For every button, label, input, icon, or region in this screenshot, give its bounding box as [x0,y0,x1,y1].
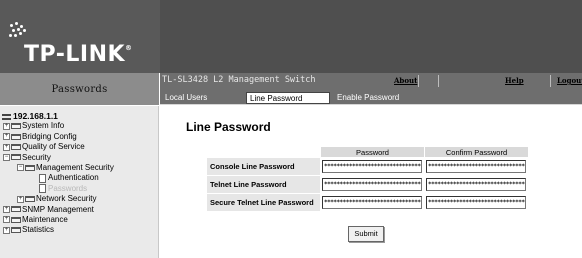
tree-item-security[interactable]: − Security [0,153,158,163]
tab-bar: Local Users Line Password Enable Passwor… [160,89,582,105]
submit-button[interactable]: Submit [348,226,384,242]
row-label-console: Console Line Password [206,157,321,176]
tree-item-authentication[interactable]: Authentication [0,173,158,183]
logo-dots-icon [8,22,32,44]
password-form-table: Password Confirm Password Console Line P… [206,146,529,212]
folder-icon [11,206,21,213]
tree-item-label: SNMP Management [22,204,94,214]
tree-item-label: Quality of Service [22,142,85,152]
tree-item-bridging-config[interactable]: + Bridging Config [0,132,158,142]
tree-item-passwords[interactable]: Passwords [0,184,158,194]
folder-open-icon [11,154,21,161]
tree-root-label: 192.168.1.1 [13,111,58,121]
expand-icon[interactable]: + [3,205,10,213]
page-icon [39,173,46,183]
row-label-telnet: Telnet Line Password [206,175,321,194]
left-panel-title: Passwords [0,73,159,105]
expand-icon[interactable]: + [3,143,10,151]
top-bar: TL-SL3428 L2 Management Switch About Hel… [160,73,582,89]
row-label-secure-telnet: Secure Telnet Line Password [206,193,321,212]
tree-item-label: Security [22,152,51,162]
tab-line-password[interactable]: Line Password [246,92,330,104]
separator [438,75,439,87]
folder-icon [11,227,21,234]
about-link[interactable]: About [394,76,417,85]
navigation-tree: 192.168.1.1 + System Info + Bridging Confi… [0,106,159,258]
column-header-confirm-password: Confirm Password [424,146,529,158]
header-banner: TP-LINK® [0,0,582,73]
logout-link[interactable]: Logout [557,76,582,85]
tree-item-quality-of-service[interactable]: + Quality of Service [0,142,158,152]
tree-item-system-info[interactable]: + System Info [0,121,158,131]
table-row: Console Line Password ******************… [206,157,529,176]
expand-icon[interactable]: + [3,226,10,234]
page-icon [39,184,46,194]
tree-item-label: Network Security [36,194,97,204]
table-row: Telnet Line Password *******************… [206,175,529,194]
header-right-panel [160,0,582,73]
page-title: Line Password [186,120,271,134]
collapse-icon[interactable]: − [3,153,10,161]
telnet-confirm-password-input[interactable]: ******************************** [426,178,526,191]
tree-item-management-security[interactable]: − Management Security [0,163,158,173]
expand-icon[interactable]: + [3,216,10,224]
tree-item-label: Bridging Config [22,131,77,141]
folder-icon [11,144,21,151]
logo-text: TP-LINK [24,42,126,67]
column-header-password: Password [320,146,425,158]
left-title-text: Passwords [51,83,108,95]
telnet-password-input[interactable]: ******************************** [322,178,422,191]
folder-icon [11,133,21,140]
folder-open-icon [25,164,35,171]
expand-icon[interactable]: + [17,195,24,203]
folder-icon [11,123,21,130]
tree-item-statistics[interactable]: + Statistics [0,225,158,235]
folder-icon [25,196,35,203]
console-confirm-password-input[interactable]: ******************************** [426,160,526,173]
tree-root[interactable]: 192.168.1.1 [0,111,158,121]
tree-item-label: Statistics [22,225,55,235]
tab-enable-password[interactable]: Enable Password [334,92,414,104]
separator [418,75,419,87]
tree-item-label: Management Security [36,162,114,172]
collapse-icon[interactable]: − [17,164,24,172]
tree-item-label: Maintenance [22,214,68,224]
folder-icon [11,216,21,223]
secure-telnet-confirm-password-input[interactable]: ******************************** [426,196,526,209]
separator [550,75,551,87]
expand-icon[interactable]: + [3,133,10,141]
table-row: Secure Telnet Line Password ************… [206,193,529,212]
header-blank-cell [206,146,321,158]
tree-item-label: System Info [22,121,65,131]
console-password-input[interactable]: ******************************** [322,160,422,173]
tree-item-network-security[interactable]: + Network Security [0,194,158,204]
tree-item-label: Authentication [48,173,99,183]
trademark-symbol: ® [125,44,133,52]
expand-icon[interactable]: + [3,122,10,130]
tree-item-label: Passwords [48,183,88,193]
switch-name: TL-SL3428 L2 Management Switch [162,75,316,85]
secure-telnet-password-input[interactable]: ******************************** [322,196,422,209]
host-icon [2,113,11,120]
tab-local-users[interactable]: Local Users [162,92,242,104]
tree-item-maintenance[interactable]: + Maintenance [0,215,158,225]
tree-item-snmp-management[interactable]: + SNMP Management [0,205,158,215]
help-link[interactable]: Help [505,76,524,85]
